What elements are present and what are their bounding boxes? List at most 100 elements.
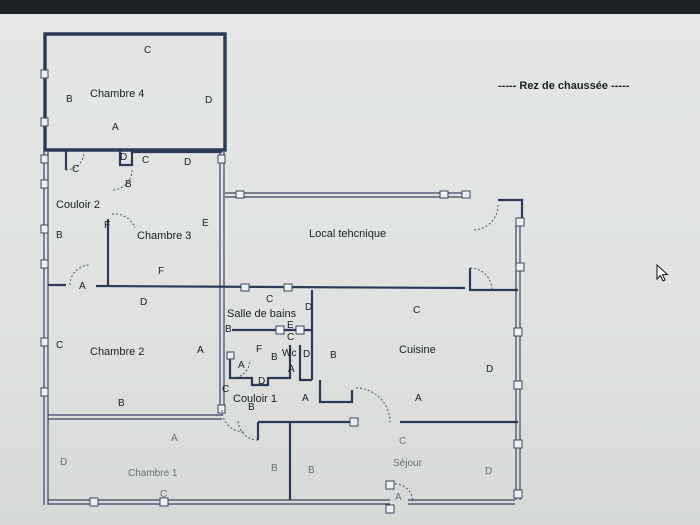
window xyxy=(40,387,49,397)
room-chambre-1: Chambre 1 xyxy=(128,468,178,479)
window xyxy=(217,404,226,414)
window xyxy=(240,283,250,292)
wall-couloir-1 xyxy=(318,380,354,404)
wall-letter: A xyxy=(302,393,309,404)
wall-letter: C xyxy=(72,164,79,175)
door-swing xyxy=(237,419,259,441)
room-salle-de-bains: Salle de bains xyxy=(227,308,297,320)
window xyxy=(349,417,359,427)
window xyxy=(513,489,523,499)
window xyxy=(40,337,49,347)
wall-letter: D xyxy=(258,376,265,387)
wall-letter-labels: C B D A C D C D B B F E F A D C A B C B … xyxy=(56,45,493,503)
wall-letter: B xyxy=(248,402,255,413)
window xyxy=(385,504,395,514)
wall-exterior-bottom-right xyxy=(408,499,515,505)
window xyxy=(40,154,49,164)
wall-local-right xyxy=(468,268,518,292)
wall-letter: A xyxy=(79,281,86,292)
window xyxy=(513,327,523,337)
wall-letter: C xyxy=(222,384,229,395)
wall-letter: D xyxy=(486,364,493,375)
window xyxy=(89,497,99,507)
wall-letter: B xyxy=(308,465,315,476)
window xyxy=(40,117,49,127)
room-wc: Wc xyxy=(282,348,296,359)
wall-letter: B xyxy=(330,350,337,361)
wall-letter: B xyxy=(118,398,125,409)
wall-letter: B xyxy=(56,230,63,241)
wall-letter: C xyxy=(160,489,167,500)
window xyxy=(40,224,49,234)
room-cuisine: Cuisine xyxy=(399,344,436,356)
room-couloir-2: Couloir 2 xyxy=(56,199,100,211)
window xyxy=(385,480,395,490)
wall-letter: C xyxy=(287,332,294,343)
wall-letter: A xyxy=(238,360,245,371)
window xyxy=(226,351,235,360)
wall-letter: F xyxy=(104,220,110,231)
wall-chambre-3-right xyxy=(219,152,225,410)
wall-letter: D xyxy=(305,302,312,313)
wall-letter: B xyxy=(66,94,73,105)
wall-exterior-left xyxy=(43,150,49,505)
wall-letter: D xyxy=(120,152,127,163)
room-sejour: Séjour xyxy=(393,458,423,469)
wall-letter: A xyxy=(415,393,422,404)
wall-letter: C xyxy=(142,155,149,166)
wall-letter: D xyxy=(60,457,67,468)
window xyxy=(461,190,471,199)
window xyxy=(275,325,285,335)
room-local-technique: Local tehcnique xyxy=(309,228,386,240)
room-chambre-2: Chambre 2 xyxy=(90,346,144,358)
wall-letter: C xyxy=(266,294,273,305)
wall-chambre-1-right xyxy=(256,422,292,500)
wall-local-top xyxy=(225,192,465,198)
wall-letter: C xyxy=(56,340,63,351)
wall-letter: A xyxy=(112,122,119,133)
wall-letter: F xyxy=(158,266,164,277)
wall-letter: F xyxy=(256,344,262,355)
window xyxy=(513,439,523,449)
room-couloir-1: Couloir 1 xyxy=(233,393,277,405)
wall-letter: A xyxy=(171,433,178,444)
wall-letter: A xyxy=(197,345,204,356)
wall-mid-horizontal xyxy=(48,283,466,290)
wall-letter: D xyxy=(140,297,147,308)
window xyxy=(515,217,525,227)
wall-letter: D xyxy=(184,157,191,168)
door-swing xyxy=(469,267,493,291)
room-chambre-4: Chambre 4 xyxy=(90,88,144,100)
wall-letter: D xyxy=(485,466,492,477)
window xyxy=(283,283,293,292)
wall-letter: B xyxy=(225,324,232,335)
wall-exterior-bottom xyxy=(48,499,390,505)
room-chambre-3: Chambre 3 xyxy=(137,230,191,242)
wall-letter: E xyxy=(287,320,294,331)
floor-plan: Chambre 4 Couloir 2 Chambre 3 Local tehc… xyxy=(40,32,525,514)
door-swing xyxy=(355,387,391,423)
wall-letter: B xyxy=(271,463,278,474)
window xyxy=(40,259,49,269)
wall-letter: C xyxy=(413,305,420,316)
door-swing xyxy=(472,204,499,231)
window xyxy=(40,179,49,189)
wall-letter: D xyxy=(205,95,212,106)
window xyxy=(217,154,226,164)
wall-letter: A xyxy=(395,492,402,503)
wall-letter: C xyxy=(399,436,406,447)
walls xyxy=(43,32,524,505)
window xyxy=(513,380,523,390)
wall-letter: E xyxy=(202,218,209,229)
window xyxy=(235,190,245,199)
window xyxy=(515,262,525,272)
mouse-cursor-icon xyxy=(656,264,669,282)
window xyxy=(295,325,305,335)
wall-letter: A xyxy=(288,364,295,375)
window xyxy=(439,190,449,199)
window xyxy=(40,69,49,79)
door-swing xyxy=(111,213,136,229)
wall-letter: D xyxy=(303,349,310,360)
wall-letter: B xyxy=(125,179,132,190)
windows xyxy=(40,69,525,514)
